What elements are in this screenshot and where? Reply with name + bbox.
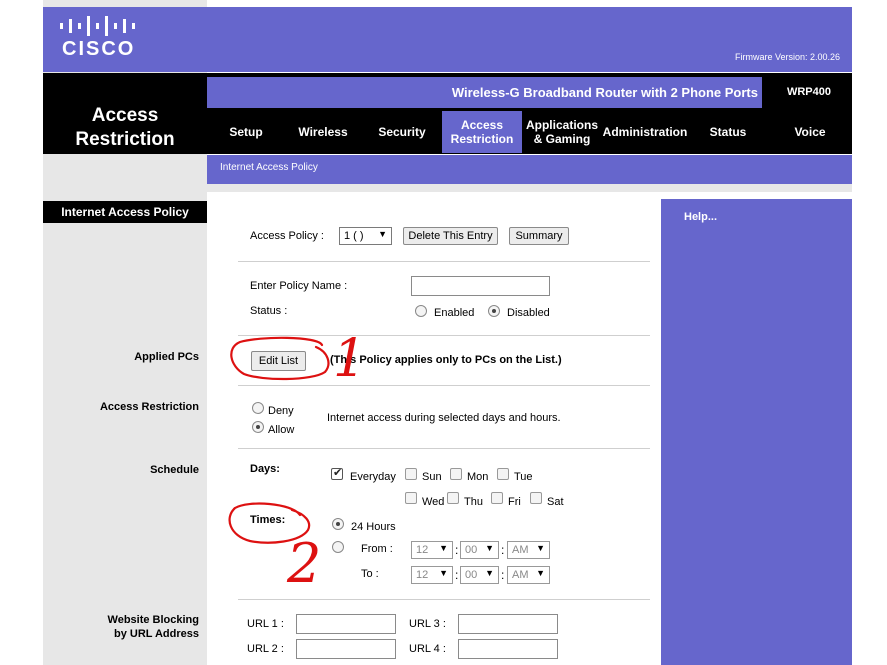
annotation-mark-2: 2 — [286, 532, 321, 595]
annotation-mark-1: 1 — [333, 329, 366, 389]
annotation-layer: 1 2 — [228, 329, 366, 595]
annotation-circle-edit-list — [230, 336, 330, 381]
